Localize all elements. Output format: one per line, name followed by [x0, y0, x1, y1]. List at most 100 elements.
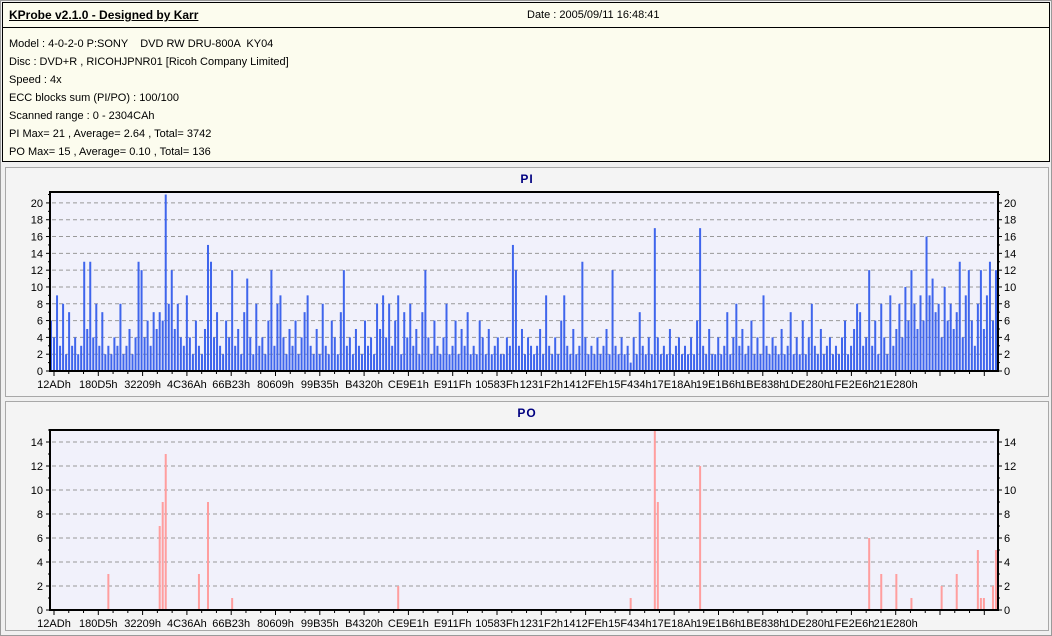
- pi-bar: [430, 354, 433, 371]
- x-tick-label: 32209h: [124, 618, 161, 630]
- pi-bar: [907, 320, 910, 371]
- pi-bar: [684, 345, 687, 371]
- pi-bar: [786, 345, 789, 371]
- pi-bar: [756, 337, 759, 371]
- x-tick-label: 10583Fh: [475, 379, 518, 391]
- pi-bar: [496, 337, 499, 371]
- pi-bar: [620, 337, 623, 371]
- pi-bar: [101, 312, 104, 371]
- po-bar: [656, 502, 659, 610]
- x-tick-label: 1DE280h: [784, 618, 830, 630]
- pi-bar: [391, 345, 394, 371]
- pi-bar: [225, 320, 228, 371]
- pi-bar: [68, 312, 71, 371]
- y-axis-label: 4: [37, 332, 43, 344]
- pi-bar: [819, 328, 822, 371]
- pi-bar: [668, 328, 671, 371]
- pi-bar: [723, 345, 726, 371]
- pi-bar: [312, 354, 315, 371]
- po-chart: 0 0 2 2 4 4 6 6 8 8 10 10 12 12 14 14 12ADh 180D5h 32209h 4…: [31, 429, 1016, 630]
- pi-bar: [397, 295, 400, 371]
- pi-bar: [104, 354, 107, 371]
- pi-bar: [300, 337, 303, 371]
- pi-bar: [949, 303, 952, 371]
- x-tick-label: 12ADh: [37, 618, 71, 630]
- pi-bar: [641, 345, 644, 371]
- pi-bar: [412, 345, 415, 371]
- pi-bar: [895, 328, 898, 371]
- pi-bar: [424, 270, 427, 371]
- y-axis-label: 4: [37, 557, 43, 569]
- pi-bar: [303, 312, 306, 371]
- pi-bar: [680, 354, 683, 371]
- pi-bar: [919, 295, 922, 371]
- pi-bar: [324, 345, 327, 371]
- pi-bar: [880, 303, 883, 371]
- pi-bar: [240, 354, 243, 371]
- pi-bar: [131, 354, 134, 371]
- pi-bar: [955, 312, 958, 371]
- y-axis-label: 14: [1004, 248, 1016, 260]
- pi-bar: [89, 261, 92, 371]
- y-axis-label: 8: [1004, 299, 1010, 311]
- y-axis-label: 4: [1004, 332, 1010, 344]
- pi-bar: [354, 328, 357, 371]
- pi-bar: [871, 345, 874, 371]
- pi-bar: [569, 354, 572, 371]
- pi-bar: [822, 354, 825, 371]
- pi-bar: [155, 328, 158, 371]
- pi-bar: [599, 354, 602, 371]
- y-axis-label: 6: [1004, 533, 1010, 545]
- pi-bar: [593, 354, 596, 371]
- pi-bar: [113, 337, 116, 371]
- pi-bar: [916, 328, 919, 371]
- pi-bar: [865, 337, 868, 371]
- x-tick-label: 1FE2E6h: [828, 618, 874, 630]
- pi-bar: [783, 354, 786, 371]
- info-line-disc: Disc : DVD+R , RICOHJPNR01 [Ricoh Compan…: [9, 56, 289, 68]
- y-axis-label: 8: [37, 509, 43, 521]
- pi-bar: [961, 337, 964, 371]
- pi-bar: [77, 354, 80, 371]
- pi-bar: [662, 345, 665, 371]
- pi-bar: [457, 354, 460, 371]
- pi-bar: [780, 328, 783, 371]
- x-tick-label: 80609h: [257, 379, 294, 391]
- x-tick-label: 1231F2h: [520, 618, 563, 630]
- pi-bar: [421, 312, 424, 371]
- x-tick-label: 1DE280h: [784, 379, 830, 391]
- y-axis-label: 14: [1004, 437, 1016, 449]
- pi-bar: [59, 345, 62, 371]
- x-tick-label: 1231F2h: [520, 379, 563, 391]
- pi-bar: [946, 320, 949, 371]
- pi-bar: [62, 303, 65, 371]
- pi-bar: [330, 320, 333, 371]
- pi-bar: [717, 337, 720, 371]
- pi-bar: [448, 354, 451, 371]
- pi-bar: [563, 295, 566, 371]
- pi-bar: [771, 337, 774, 371]
- pi-bar: [976, 303, 979, 371]
- pi-bar: [200, 354, 203, 371]
- pi-bar: [629, 362, 632, 371]
- pi-bar: [107, 345, 110, 371]
- po-bar: [910, 598, 913, 610]
- pi-bar: [665, 354, 668, 371]
- pi-bar: [940, 337, 943, 371]
- x-tick-label: 66B23h: [212, 618, 250, 630]
- x-tick-label: 99B35h: [301, 379, 339, 391]
- pi-bar: [336, 354, 339, 371]
- pi-bar: [191, 354, 194, 371]
- pi-bar: [167, 303, 170, 371]
- pi-bar: [874, 320, 877, 371]
- pi-bar: [732, 337, 735, 371]
- pi-bar: [348, 337, 351, 371]
- pi-bar: [309, 345, 312, 371]
- pi-bar: [560, 320, 563, 371]
- pi-bar: [557, 354, 560, 371]
- pi-bar: [270, 270, 273, 371]
- pi-bar: [853, 328, 856, 371]
- pi-bar: [182, 345, 185, 371]
- po-bar: [940, 586, 943, 610]
- x-tick-label: 17E18Ah: [652, 618, 697, 630]
